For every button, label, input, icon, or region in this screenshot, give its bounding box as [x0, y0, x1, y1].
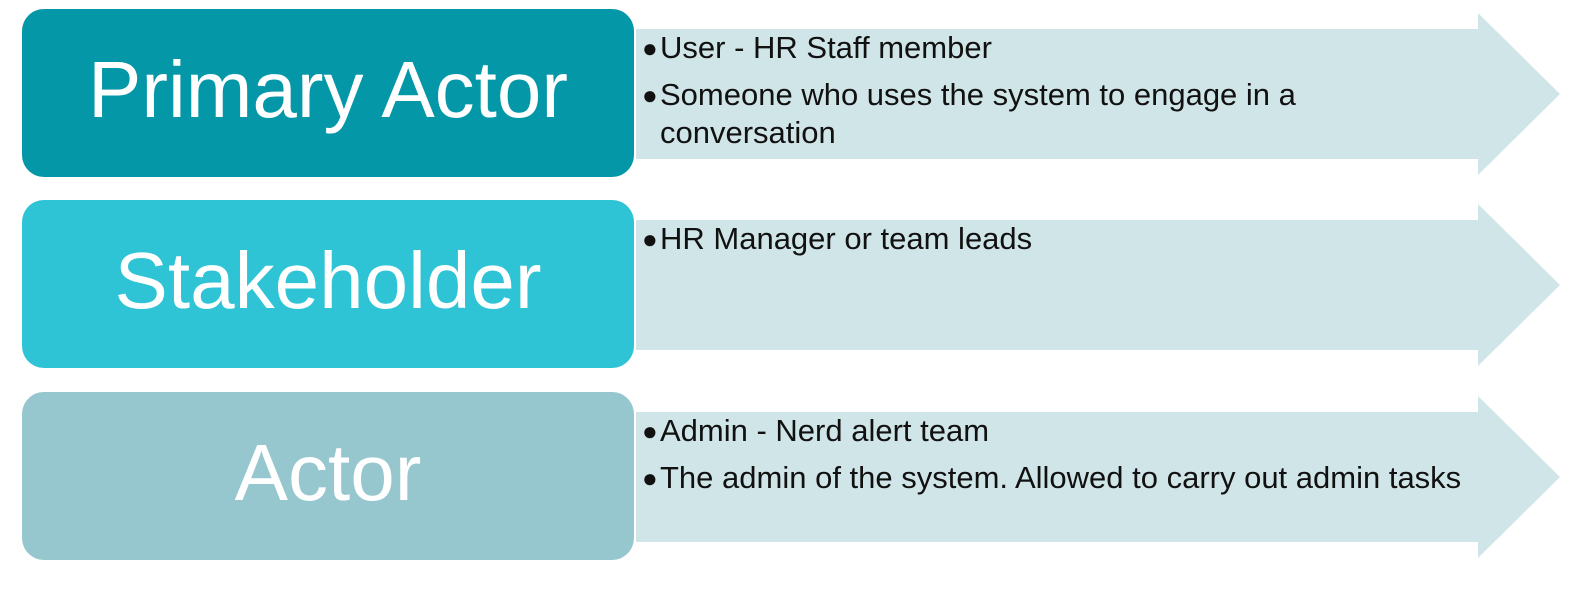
bullet-text: HR Manager or team leads: [660, 221, 1033, 256]
row-stakeholder: Stakeholder ● HR Manager or team leads: [0, 200, 1580, 370]
bullet-item: ● User - HR Staff member: [642, 29, 1472, 67]
row-actor: Actor ● Admin - Nerd alert team ● The admi…: [0, 392, 1580, 562]
stakeholder-label: Stakeholder: [22, 200, 634, 368]
bullet-text: Someone who uses the system to engage in…: [660, 77, 1296, 150]
stakeholder-bullets: ● HR Manager or team leads: [642, 220, 1472, 267]
bullet-icon: ●: [642, 224, 658, 254]
bullet-item: ● HR Manager or team leads: [642, 220, 1472, 258]
actor-label: Actor: [22, 392, 634, 560]
primary-actor-label: Primary Actor: [22, 9, 634, 177]
bullet-text: Admin - Nerd alert team: [660, 413, 990, 448]
bullet-item: ● Someone who uses the system to engage i…: [642, 76, 1472, 152]
actor-bullets: ● Admin - Nerd alert team ● The admin of t…: [642, 412, 1472, 506]
primary-actor-bullets: ● User - HR Staff member ● Someone who use…: [642, 29, 1472, 161]
bullet-text: The admin of the system. Allowed to carr…: [660, 460, 1462, 495]
row-primary-actor: Primary Actor ● User - HR Staff member ● S…: [0, 9, 1580, 179]
bullet-item: ● Admin - Nerd alert team: [642, 412, 1472, 450]
bullet-text: User - HR Staff member: [660, 30, 992, 65]
bullet-item: ● The admin of the system. Allowed to car…: [642, 459, 1472, 497]
bullet-icon: ●: [642, 416, 658, 446]
bullet-icon: ●: [642, 80, 658, 110]
bullet-icon: ●: [642, 463, 658, 493]
bullet-icon: ●: [642, 33, 658, 63]
